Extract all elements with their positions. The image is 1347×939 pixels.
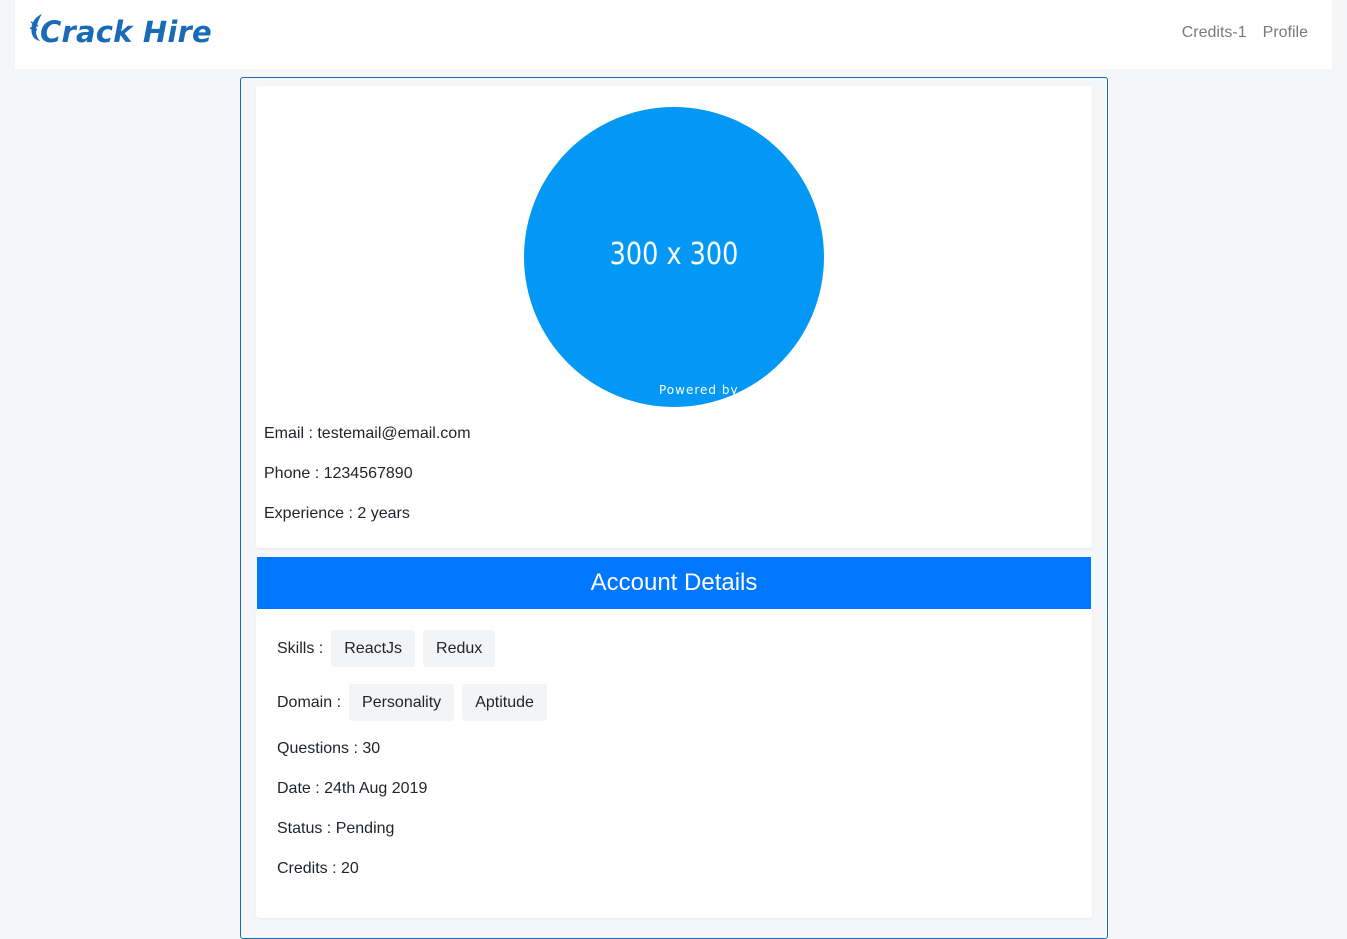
date-info: Date : 24th Aug 2019 bbox=[277, 780, 428, 797]
brand-logo[interactable]: Crack Hire bbox=[29, 10, 212, 55]
domain-tag: Aptitude bbox=[462, 684, 547, 721]
profile-container: 300 x 300 Powered by Email : testemail@e… bbox=[240, 77, 1108, 939]
skills-label: Skills : bbox=[277, 639, 324, 657]
avatar: 300 x 300 Powered by bbox=[524, 107, 824, 407]
avatar-powered-by: Powered by bbox=[659, 383, 739, 397]
status-info: Status : Pending bbox=[277, 820, 395, 837]
experience-info: Experience : 2 years bbox=[264, 505, 410, 522]
skills-row: Skills : ReactJs Redux bbox=[277, 630, 503, 667]
phone-info: Phone : 1234567890 bbox=[264, 465, 413, 482]
nav-credits-link[interactable]: Credits-1 bbox=[1182, 24, 1247, 42]
nav-profile-link[interactable]: Profile bbox=[1263, 24, 1308, 42]
questions-info: Questions : 30 bbox=[277, 740, 381, 757]
credits-info: Credits : 20 bbox=[277, 860, 359, 877]
skill-tag: ReactJs bbox=[331, 630, 416, 667]
profile-card: 300 x 300 Powered by Email : testemail@e… bbox=[256, 86, 1092, 548]
logo-swoosh-icon bbox=[29, 14, 42, 41]
brand-name: Crack Hire bbox=[40, 15, 212, 49]
domain-tag: Personality bbox=[349, 684, 455, 721]
top-navbar: Crack Hire Credits-1 Profile bbox=[15, 0, 1332, 69]
avatar-placeholder-text: 300 x 300 bbox=[609, 237, 739, 272]
account-details-header: Account Details bbox=[257, 557, 1091, 609]
nav-links: Credits-1 Profile bbox=[1182, 24, 1308, 42]
skill-tag: Redux bbox=[423, 630, 496, 667]
domain-label: Domain : bbox=[277, 693, 342, 711]
account-details-body: Skills : ReactJs Redux Domain : Personal… bbox=[256, 609, 1092, 918]
email-info: Email : testemail@email.com bbox=[264, 425, 471, 442]
domain-row: Domain : Personality Aptitude bbox=[277, 684, 555, 721]
